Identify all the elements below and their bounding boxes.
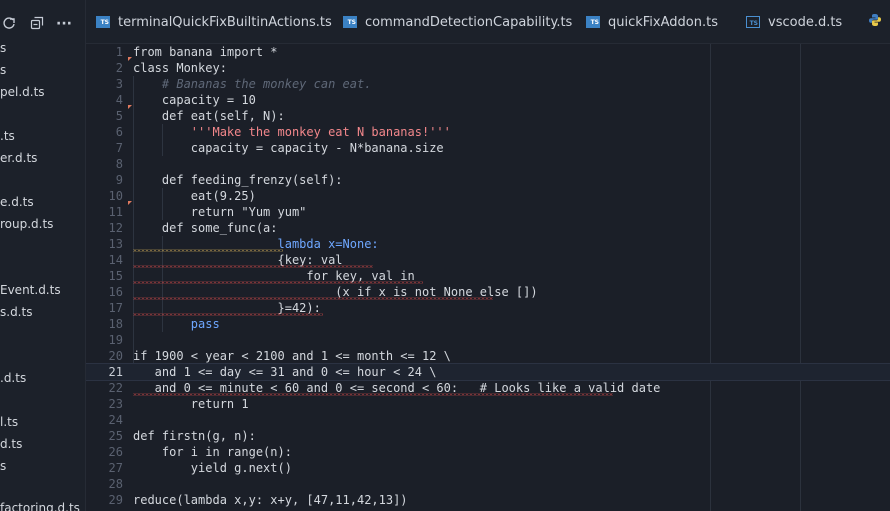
file-item[interactable]: er.d.ts (0, 150, 37, 166)
code-line: 26 for i in range(n): (108, 445, 292, 459)
code-line: 2 class Monkey: (115, 61, 227, 75)
line-text: '''Make the monkey eat N bananas!''' (133, 125, 451, 139)
file-item[interactable]: s (0, 458, 6, 474)
tab-label: commandDetectionCapability.ts (365, 14, 573, 30)
file-item[interactable]: s (0, 40, 6, 56)
file-item[interactable]: Event.d.ts (0, 282, 61, 298)
code-editor[interactable]: 1 from banana import * 2 class Monkey: 3 #… (86, 44, 890, 511)
code-line: 8 (115, 157, 123, 171)
file-item[interactable]: pel.d.ts (0, 84, 45, 100)
line-text: yield g.next() (133, 461, 292, 475)
tab-label: terminalQuickFixBuiltinActions.ts (118, 14, 332, 30)
tab-python-file[interactable] (868, 0, 882, 43)
code-line: 4 capacity = 10 (115, 93, 256, 107)
file-item[interactable]: e.d.ts (0, 194, 34, 210)
line-text: return "Yum yum" (133, 205, 307, 219)
line-text: capacity = 10 (133, 93, 256, 107)
warning-squiggle (133, 249, 283, 252)
code-line: 10 eat(9.25) (108, 189, 256, 203)
tab-vscode-d-ts[interactable]: TS vscode.d.ts (746, 0, 843, 43)
explorer-toolbar: ··· (0, 0, 85, 44)
line-text: def eat(self, N): (133, 109, 285, 123)
file-item[interactable]: s (0, 62, 6, 78)
code-line: 11 return "Yum yum" (108, 205, 307, 219)
code-line: 18 pass (108, 317, 220, 331)
tab-command-detection[interactable]: TS commandDetectionCapability.ts (343, 0, 573, 43)
code-line: 3 # Bananas the monkey can eat. (115, 77, 372, 91)
code-line: 7 capacity = capacity - N*banana.size (115, 141, 444, 155)
file-item[interactable]: d.ts (0, 436, 22, 452)
line-text: if 1900 < year < 2100 and 1 <= month <= … (133, 349, 451, 363)
file-item[interactable]: factoring.d.ts (0, 500, 80, 511)
typescript-icon: TS (586, 16, 600, 28)
python-icon (868, 13, 882, 31)
code-line: 9 def feeding_frenzy(self): (115, 173, 343, 187)
ts-declaration-icon: TS (746, 16, 760, 28)
file-item[interactable]: .d.ts (0, 370, 26, 386)
code-line: 25 def firstn(g, n): (108, 429, 256, 443)
typescript-icon: TS (343, 16, 357, 28)
code-line: 5 def eat(self, N): (115, 109, 285, 123)
file-item[interactable]: s.d.ts (0, 304, 32, 320)
code-line: 20 if 1900 < year < 2100 and 1 <= month <… (108, 349, 451, 363)
collapse-all-icon[interactable] (30, 16, 44, 34)
line-text: def some_func(a: (133, 221, 278, 235)
line-text: def firstn(g, n): (133, 429, 256, 443)
error-squiggle (133, 313, 323, 316)
line-text: from banana import * (133, 45, 278, 59)
line-text: def feeding_frenzy(self): (133, 173, 343, 187)
code-line: 23 return 1 (108, 397, 249, 411)
code-line: 19 (108, 333, 123, 347)
line-text: # Bananas the monkey can eat. (133, 77, 372, 91)
code-line: 27 yield g.next() (108, 461, 292, 475)
error-squiggle (133, 393, 613, 396)
tab-label: vscode.d.ts (768, 14, 843, 30)
code-line: 1 from banana import * (115, 45, 278, 59)
code-line: 6 '''Make the monkey eat N bananas!''' (115, 125, 451, 139)
file-item[interactable]: l.ts (0, 414, 18, 430)
more-icon[interactable]: ··· (56, 16, 72, 32)
refresh-icon[interactable] (2, 16, 16, 34)
error-squiggle (133, 265, 373, 268)
tab-quick-fix-addon[interactable]: TS quickFixAddon.ts (586, 0, 718, 43)
line-text: eat(9.25) (133, 189, 256, 203)
file-item[interactable]: .ts (0, 128, 15, 144)
current-code-line: 21 and 1 <= day <= 31 and 0 <= hour < 24… (86, 363, 890, 381)
tab-terminal-quick-fix[interactable]: TS terminalQuickFixBuiltinActions.ts (96, 0, 332, 43)
line-text: reduce(lambda x,y: x+y, [47,11,42,13]) (133, 493, 408, 507)
tab-label: quickFixAddon.ts (608, 14, 718, 30)
error-squiggle (133, 297, 493, 300)
line-text: for i in range(n): (133, 445, 292, 459)
explorer-sidebar: ··· s s pel.d.ts .ts er.d.ts e.d.ts roup… (0, 0, 86, 511)
code-line: 28 (108, 477, 123, 491)
line-text: class Monkey: (133, 61, 227, 75)
code-line: 12 def some_func(a: (108, 221, 278, 235)
editor-tab-bar: TS terminalQuickFixBuiltinActions.ts TS … (86, 0, 890, 44)
line-text: capacity = capacity - N*banana.size (133, 141, 444, 155)
error-squiggle (133, 281, 423, 284)
code-line: 24 (108, 413, 123, 427)
line-text: pass (133, 317, 220, 331)
file-item[interactable]: roup.d.ts (0, 216, 53, 232)
code-line: 29 reduce(lambda x,y: x+y, [47,11,42,13]) (108, 493, 408, 507)
typescript-icon: TS (96, 16, 110, 28)
line-text: and 1 <= day <= 31 and 0 <= hour < 24 \ (133, 365, 437, 379)
line-text: return 1 (133, 397, 249, 411)
